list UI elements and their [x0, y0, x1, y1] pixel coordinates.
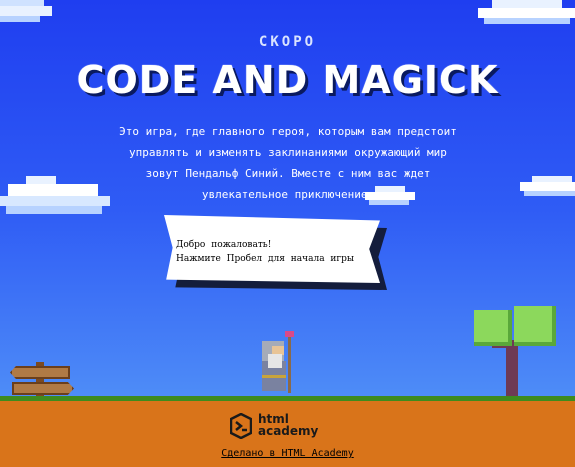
wooden-signpost: [10, 362, 74, 398]
wizard-character: [258, 331, 298, 393]
cloud: [0, 0, 52, 24]
made-by-link[interactable]: Сделано в HTML Academy: [221, 448, 353, 459]
pixel-tree: [474, 306, 560, 396]
description-line: зовут Пендальф Синий. Вместе с ним вас ж…: [145, 167, 431, 180]
description-line: увлекательное приключение…: [201, 188, 375, 201]
logo-wordmark: html academy: [258, 412, 319, 438]
made-by-footer: Сделано в HTML Academy: [0, 448, 575, 459]
cloud: [478, 0, 575, 26]
description-line: Это игра, где главного героя, которым ва…: [119, 125, 457, 138]
description-line: управлять и изменять заклинаниями окружа…: [129, 146, 447, 159]
cloud: [520, 176, 575, 198]
dialog-greeting: Добро пожаловать!: [176, 240, 272, 250]
coming-soon-label: СКОРО: [258, 34, 317, 50]
game-description: Это игра, где главного героя, которым ва…: [58, 121, 518, 205]
game-title: CODE AND MAGICK: [76, 58, 499, 102]
html-academy-logo-icon: [230, 413, 252, 439]
welcome-dialog: Добро пожаловать! Нажмите Пробел для нач…: [164, 215, 380, 283]
html-academy-logo[interactable]: html academy: [230, 411, 330, 443]
dialog-instruction: Нажмите Пробел для начала игры: [176, 254, 355, 264]
game-scene[interactable]: СКОРО CODE AND MAGICK Это игра, где глав…: [0, 0, 575, 467]
